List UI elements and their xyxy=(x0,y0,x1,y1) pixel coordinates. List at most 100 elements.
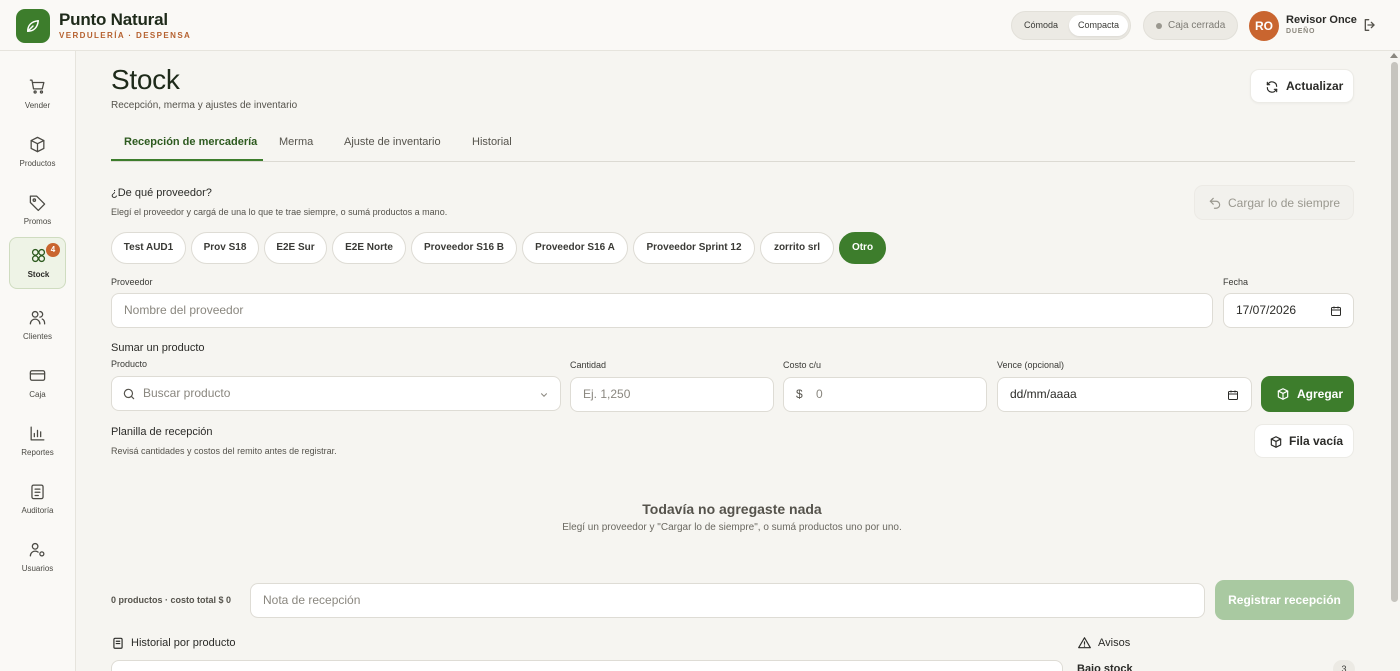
history-by-product-label: Historial por producto xyxy=(131,637,236,649)
date-value: 17/07/2026 xyxy=(1236,303,1297,317)
warning-icon xyxy=(1078,637,1091,649)
sidebar-item-usuarios[interactable]: Usuarios xyxy=(9,532,66,584)
undo-icon xyxy=(1209,197,1221,209)
supplier-chip[interactable]: E2E Norte xyxy=(332,232,406,264)
product-search-placeholder: Buscar producto xyxy=(143,386,231,400)
low-stock-label: Bajo stock xyxy=(1077,663,1133,671)
supplier-chip[interactable]: Test AUD1 xyxy=(111,232,186,264)
cost-label: Costo c/u xyxy=(783,360,822,370)
supplier-name-input[interactable]: Nombre del proveedor xyxy=(111,293,1213,328)
sidebar-item-promos[interactable]: Promos xyxy=(9,185,66,237)
scrollbar-thumb[interactable] xyxy=(1391,62,1398,602)
quantity-input[interactable]: Ej. 1,250 xyxy=(570,377,774,412)
density-option-compacta[interactable]: Compacta xyxy=(1069,15,1128,36)
logout-icon[interactable] xyxy=(1362,17,1380,35)
density-option-comoda[interactable]: Cómoda xyxy=(1016,15,1066,36)
supplier-chip[interactable]: Proveedor Sprint 12 xyxy=(633,232,755,264)
alerts-label: Avisos xyxy=(1098,637,1131,649)
chart-icon xyxy=(30,426,45,441)
sidebar-item-label: Usuarios xyxy=(21,564,54,573)
empty-row-button[interactable]: Fila vacía xyxy=(1254,424,1354,458)
date-input[interactable]: 17/07/2026 xyxy=(1223,293,1354,328)
user-name: Revisor Once xyxy=(1286,14,1357,26)
sidebar-item-auditoria[interactable]: Auditoría xyxy=(9,474,66,526)
supplier-chip[interactable]: E2E Sur xyxy=(264,232,327,264)
refresh-button[interactable]: Actualizar xyxy=(1250,69,1354,103)
empty-state-title: Todavía no agregaste nada xyxy=(642,501,822,517)
supplier-chip[interactable]: Prov S18 xyxy=(191,232,259,264)
users-icon xyxy=(29,310,46,325)
add-product-button[interactable]: Agregar xyxy=(1261,376,1354,412)
tab-historial[interactable]: Historial xyxy=(472,136,512,148)
refresh-label: Actualizar xyxy=(1286,79,1344,93)
search-icon xyxy=(123,388,135,400)
sidebar-item-label: Stock xyxy=(27,270,50,279)
reception-note-input[interactable]: Nota de recepción xyxy=(250,583,1205,618)
scroll-up-icon[interactable] xyxy=(1390,53,1398,58)
sidebar-item-vender[interactable]: Vender xyxy=(9,69,66,121)
low-stock-count: 3 xyxy=(1333,660,1355,671)
leaf-logo-icon xyxy=(16,9,50,43)
quantity-label: Cantidad xyxy=(570,360,607,370)
tab-ajuste[interactable]: Ajuste de inventario xyxy=(344,136,441,148)
date-label: Fecha xyxy=(1223,277,1249,287)
sidebar-item-label: Reportes xyxy=(21,448,54,457)
sidebar-item-productos[interactable]: Productos xyxy=(9,127,66,179)
tab-recepcion[interactable]: Recepción de mercadería xyxy=(124,136,257,148)
add-product-section-label: Sumar un producto xyxy=(111,342,205,354)
box-icon xyxy=(1270,436,1282,448)
expiry-label: Vence (opcional) xyxy=(997,360,1065,370)
sidebar-item-stock[interactable]: 4 Stock xyxy=(9,237,66,289)
top-bar: Punto Natural VERDULERÍA · DESPENSA Cómo… xyxy=(0,0,1400,51)
tabs: Recepción de mercadería Merma Ajuste de … xyxy=(111,126,1355,162)
active-tab-indicator xyxy=(111,159,263,161)
expiry-date-input[interactable]: dd/mm/aaaa xyxy=(997,377,1252,412)
clipboard-icon xyxy=(31,484,44,500)
refresh-icon xyxy=(1266,81,1278,93)
sidebar-item-label: Vender xyxy=(24,101,51,110)
expiry-placeholder: dd/mm/aaaa xyxy=(1010,387,1077,401)
caja-status-label: Caja cerrada xyxy=(1168,20,1226,31)
tab-merma[interactable]: Merma xyxy=(279,136,313,148)
cart-icon xyxy=(29,79,45,94)
sidebar-item-reportes[interactable]: Reportes xyxy=(9,416,66,468)
user-role: DUEÑO xyxy=(1286,28,1316,35)
supplier-chip[interactable]: Proveedor S16 A xyxy=(522,232,628,264)
currency-prefix: $ xyxy=(796,387,803,401)
cost-input[interactable]: $ 0 xyxy=(783,377,987,412)
sheet-title: Planilla de recepción xyxy=(111,426,213,438)
reception-summary: 0 productos · costo total $ 0 xyxy=(111,595,232,605)
supplier-chip-selected[interactable]: Otro xyxy=(839,232,886,264)
supplier-question: ¿De qué proveedor? xyxy=(111,187,212,199)
load-usual-label: Cargar lo de siempre xyxy=(1228,196,1341,210)
history-search-input[interactable] xyxy=(111,660,1063,671)
avatar[interactable]: RO xyxy=(1249,11,1279,41)
page-title: Stock xyxy=(111,64,180,95)
card-icon xyxy=(29,370,46,381)
box-icon xyxy=(30,136,45,153)
product-search-input[interactable]: Buscar producto xyxy=(111,376,561,411)
user-settings-icon xyxy=(29,542,45,557)
sidebar-item-label: Productos xyxy=(19,159,56,168)
caja-status-pill[interactable]: Caja cerrada xyxy=(1143,11,1238,40)
cost-placeholder: 0 xyxy=(816,387,823,401)
sidebar-item-label: Auditoría xyxy=(21,506,54,515)
register-reception-button[interactable]: Registrar recepción xyxy=(1215,580,1354,620)
supplier-chip[interactable]: zorrito srl xyxy=(760,232,834,264)
sidebar-item-label: Clientes xyxy=(23,332,52,341)
tag-icon xyxy=(29,195,46,212)
supplier-chip[interactable]: Proveedor S16 B xyxy=(411,232,517,264)
calendar-icon[interactable] xyxy=(1227,389,1239,401)
brand-subtitle: VERDULERÍA · DESPENSA xyxy=(59,31,192,40)
sidebar-item-label: Promos xyxy=(23,217,52,226)
supplier-field-label: Proveedor xyxy=(111,277,153,287)
sidebar-item-caja[interactable]: Caja xyxy=(9,358,66,410)
calendar-icon[interactable] xyxy=(1330,305,1342,317)
sidebar-item-clientes[interactable]: Clientes xyxy=(9,300,66,352)
chevron-down-icon[interactable] xyxy=(539,390,549,400)
empty-state-subtitle: Elegí un proveedor y "Cargar lo de siemp… xyxy=(562,522,902,533)
empty-row-label: Fila vacía xyxy=(1289,434,1344,448)
load-usual-button[interactable]: Cargar lo de siempre xyxy=(1194,185,1354,220)
supplier-hint: Elegí el proveedor y cargá de una lo que… xyxy=(111,207,448,217)
sidebar: Vender Productos Promos 4 Stock Clientes… xyxy=(0,51,76,671)
